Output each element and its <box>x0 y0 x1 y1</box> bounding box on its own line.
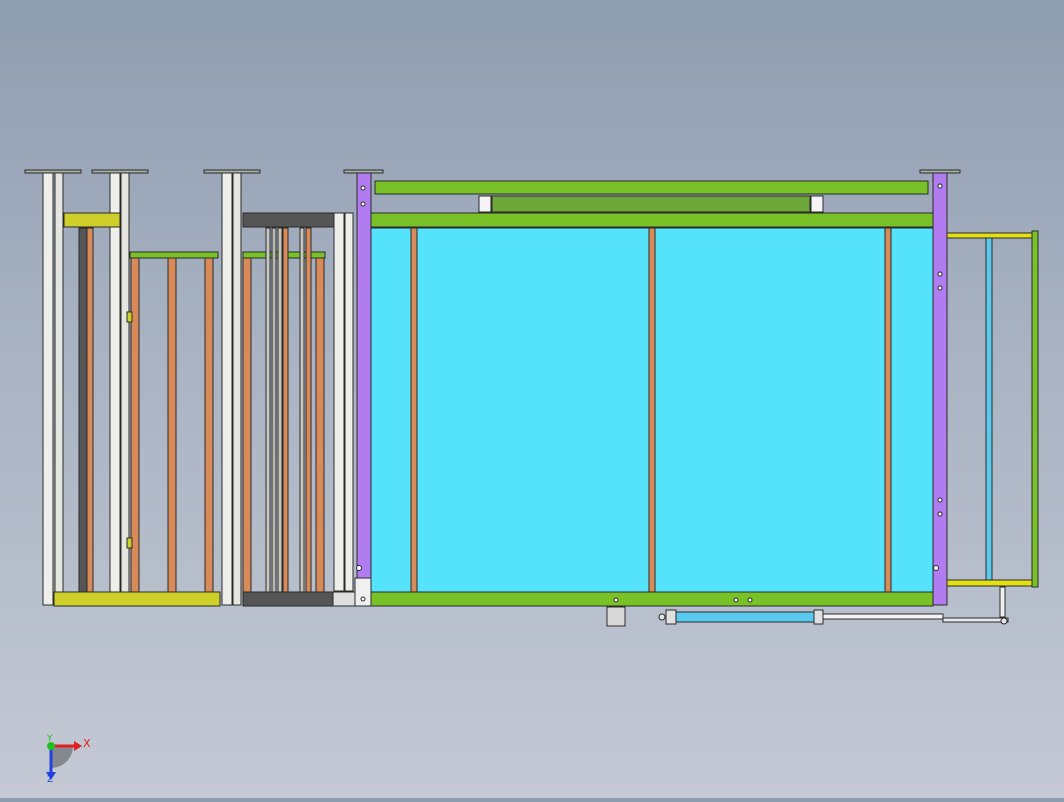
white-post <box>221 172 233 606</box>
copper-bar <box>315 257 325 593</box>
clip-tab <box>126 311 133 323</box>
white-post <box>344 212 354 592</box>
pneumatic-cylinder <box>658 609 1009 625</box>
yellow-block <box>63 212 121 228</box>
triad-shade <box>51 746 73 768</box>
white-post <box>232 172 242 606</box>
inner-green-beam <box>491 195 811 213</box>
yellow-base <box>53 591 221 607</box>
copper-bar <box>204 257 214 593</box>
main-panel-assembly <box>343 169 961 627</box>
dark-block <box>242 212 344 228</box>
copper-bar <box>648 227 656 593</box>
left-frame-assembly <box>24 169 356 607</box>
corner-plate <box>354 577 372 607</box>
spacer-block <box>810 195 824 213</box>
copper-bar <box>242 257 252 593</box>
copper-bar <box>884 227 892 593</box>
copper-bar <box>282 227 289 593</box>
grey-rod <box>265 227 271 593</box>
purple-post <box>356 172 372 579</box>
dark-base <box>242 591 334 607</box>
clevis-pin <box>1000 617 1008 625</box>
cad-viewport[interactable]: X Y Z <box>0 0 1064 798</box>
x-axis-label: X <box>83 737 91 750</box>
door-side-green <box>1031 230 1039 588</box>
door-blue-rod <box>985 237 993 581</box>
white-post <box>42 172 54 606</box>
y-axis-label: Y <box>46 734 53 744</box>
white-post <box>120 172 130 594</box>
cylinder-barrel <box>675 611 815 623</box>
green-rail-top <box>370 212 934 228</box>
x-axis-arrow <box>74 741 82 751</box>
white-post <box>333 212 345 592</box>
green-rail <box>129 251 219 259</box>
dark-bar <box>78 227 88 593</box>
purple-post <box>932 172 948 606</box>
bottom-bracket <box>606 606 626 627</box>
spacer-block <box>478 195 492 213</box>
green-rail-bottom <box>370 591 934 607</box>
top-green-beam <box>374 180 929 195</box>
cylinder-rod <box>822 613 944 620</box>
right-door-assembly <box>946 230 1039 618</box>
cylinder-endcap <box>813 609 824 625</box>
coordinate-triad: X Y Z <box>46 734 91 785</box>
rod-clevis <box>942 617 1009 623</box>
white-post <box>54 172 64 594</box>
grey-rod <box>271 227 277 593</box>
assembly-drawing: X Y Z <box>24 169 1039 785</box>
door-stem <box>999 586 1006 618</box>
copper-bar <box>410 227 418 593</box>
grey-rod <box>299 227 305 593</box>
door-top-rail <box>946 232 1033 239</box>
cylinder-endcap <box>665 609 677 625</box>
grey-rod <box>277 227 283 593</box>
copper-bar <box>86 227 94 593</box>
copper-bar <box>167 257 177 593</box>
cylinder-mount <box>658 613 666 621</box>
white-post <box>109 172 121 606</box>
base-plate <box>332 591 356 607</box>
clip-tab <box>126 537 133 549</box>
z-axis-label: Z <box>47 775 53 785</box>
copper-bar <box>305 227 312 593</box>
door-bottom-rail <box>946 579 1033 587</box>
